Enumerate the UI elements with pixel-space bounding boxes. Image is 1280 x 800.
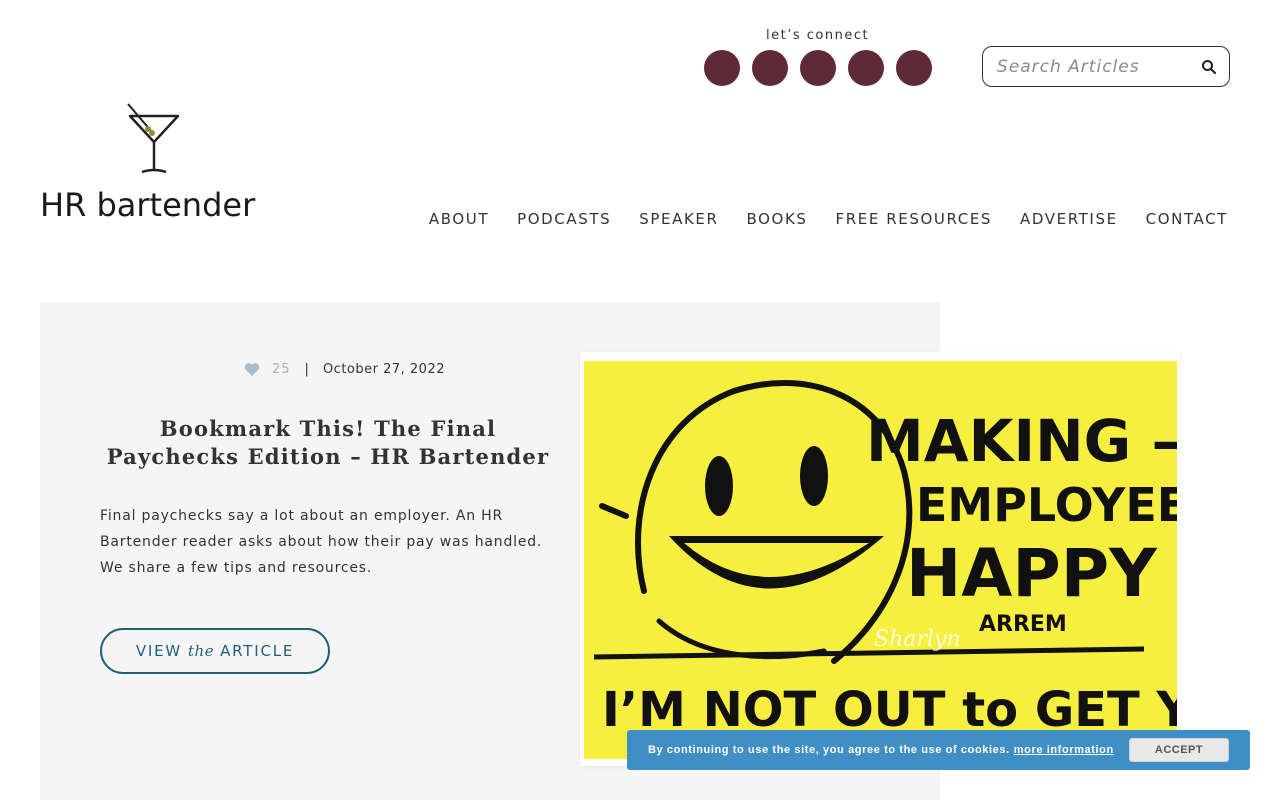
martini-icon: [127, 103, 180, 174]
cookie-banner: By continuing to use the site, you agree…: [627, 730, 1250, 770]
search-icon[interactable]: [1201, 59, 1217, 75]
cookie-message: By continuing to use the site, you agree…: [648, 744, 1010, 756]
nav-item-speaker[interactable]: SPEAKER: [639, 210, 718, 228]
main-nav: ABOUT PODCASTS SPEAKER BOOKS FREE RESOUR…: [429, 210, 1228, 228]
cta-view-text: VIEW: [135, 642, 183, 660]
search-box: [982, 46, 1230, 87]
nav-item-free-resources[interactable]: FREE RESOURCES: [836, 210, 993, 228]
like-count: 25: [272, 362, 291, 377]
social-icon-3[interactable]: [800, 50, 836, 86]
poster-line-2: EMPLOYEES: [916, 478, 1177, 532]
poster-line-3: HAPPY: [906, 535, 1158, 612]
social-icon-5[interactable]: [896, 50, 932, 86]
poster-signature: Sharlyn: [874, 627, 961, 652]
poster-line-1: MAKING —: [866, 407, 1177, 475]
article-date: October 27, 2022: [322, 362, 445, 377]
nav-item-books[interactable]: BOOKS: [747, 210, 808, 228]
cta-the-text: the: [188, 642, 215, 660]
search-input[interactable]: [997, 56, 1187, 77]
social-icon-4[interactable]: [848, 50, 884, 86]
site-logo[interactable]: HR bartender: [40, 102, 272, 226]
heart-icon[interactable]: [244, 362, 260, 377]
cookie-more-info-link[interactable]: more information: [1014, 744, 1114, 756]
nav-item-advertise[interactable]: ADVERTISE: [1020, 210, 1118, 228]
article-title[interactable]: Bookmark This! The Final Paychecks Editi…: [100, 415, 556, 471]
nav-item-podcasts[interactable]: PODCASTS: [517, 210, 611, 228]
view-article-button[interactable]: VIEW the ARTICLE: [100, 628, 330, 674]
smiley-poster-illustration: MAKING — EMPLOYEES HAPPY ARREM Sharlyn I…: [584, 361, 1177, 759]
social-icon-2[interactable]: [752, 50, 788, 86]
article-image[interactable]: MAKING — EMPLOYEES HAPPY ARREM Sharlyn I…: [580, 352, 1180, 766]
logo-text: HR bartender: [40, 186, 256, 224]
poster-line-4: ARREM: [979, 612, 1067, 637]
nav-item-contact[interactable]: CONTACT: [1146, 210, 1228, 228]
meta-separator: |: [304, 362, 309, 377]
article-meta: 25 | October 27, 2022: [244, 362, 445, 377]
social-icon-1[interactable]: [704, 50, 740, 86]
article-excerpt: Final paychecks say a lot about an emplo…: [100, 508, 543, 576]
lets-connect-label: let’s connect: [766, 28, 870, 43]
social-icons: [704, 50, 932, 86]
cta-article-text: ARTICLE: [220, 642, 295, 660]
nav-item-about[interactable]: ABOUT: [429, 210, 489, 228]
cookie-accept-button[interactable]: ACCEPT: [1129, 738, 1229, 762]
